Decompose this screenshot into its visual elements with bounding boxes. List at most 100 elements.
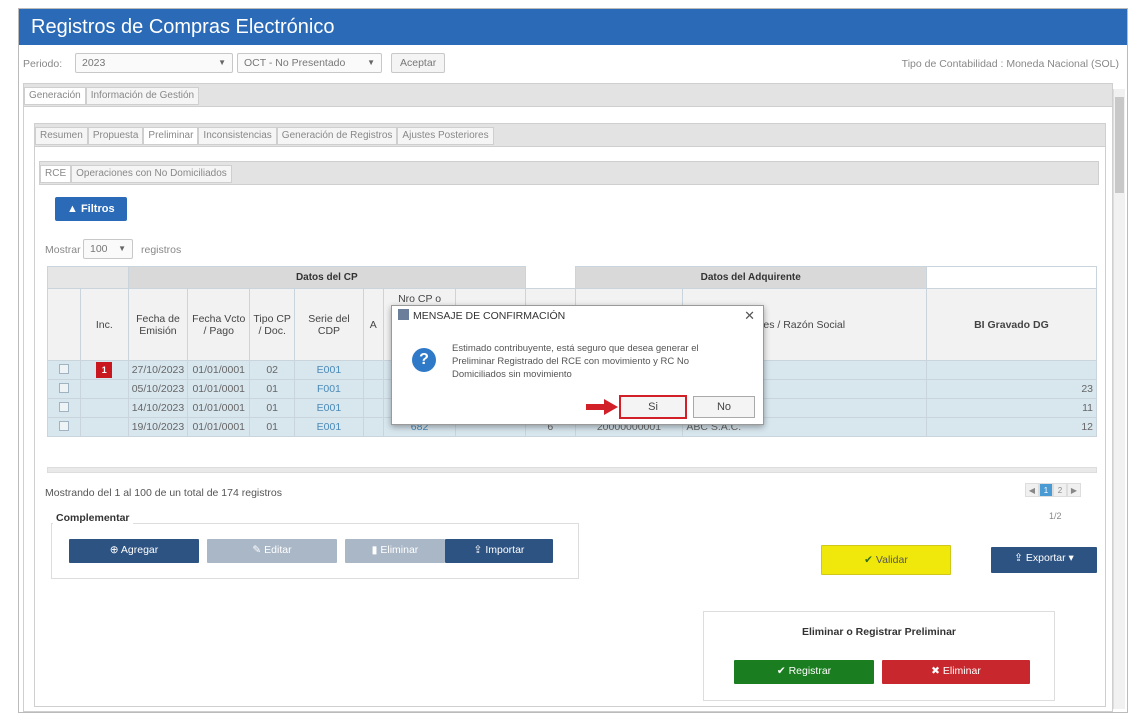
row-checkbox[interactable] <box>47 398 81 418</box>
preliminar-panel: RCE Operaciones con No Domiciliados ▲ Fil… <box>34 147 1106 707</box>
dialog-body: ? Estimado contribuyente, está seguro qu… <box>400 328 755 419</box>
cell-serie[interactable]: E001 <box>294 398 364 418</box>
col-a[interactable]: A <box>362 288 384 361</box>
import-button[interactable]: ⇪ Importar <box>445 539 553 563</box>
inner-tabs: RCE Operaciones con No Domiciliados <box>39 161 1099 185</box>
col-serie[interactable]: Serie del CDP <box>294 288 364 361</box>
complement-title: Complementar <box>53 512 133 524</box>
add-button[interactable]: ⊕ Agregar <box>69 539 199 563</box>
close-icon[interactable]: ✕ <box>744 308 755 324</box>
app-title: Registros de Compras Electrónico <box>19 9 1127 45</box>
tab-resumen[interactable]: Resumen <box>35 127 88 145</box>
inconsistency-badge[interactable]: 1 <box>96 362 113 378</box>
scrollbar-thumb[interactable] <box>1115 97 1124 193</box>
checkbox[interactable] <box>58 420 69 431</box>
arrow-right-icon <box>586 399 618 415</box>
year-value: 2023 <box>82 57 106 69</box>
register-button[interactable]: ✔ Registrar <box>734 660 874 684</box>
col-tipo-cp[interactable]: Tipo CP / Doc. <box>249 288 296 361</box>
cell-fecha-vcto: 01/01/0001 <box>187 379 251 399</box>
no-button[interactable]: No <box>693 396 755 418</box>
import-label: Importar <box>485 544 525 556</box>
month-select[interactable]: OCT - No Presentado ▼ <box>237 53 382 73</box>
row-checkbox[interactable] <box>47 360 81 380</box>
edit-label: Editar <box>264 544 292 556</box>
cell-bi <box>925 360 1098 380</box>
tab-generacion-registros[interactable]: Generación de Registros <box>276 127 398 145</box>
cell-bi: 23 <box>925 379 1098 399</box>
accounting-type-label: Tipo de Contabilidad : Moneda Nacional (… <box>901 58 1119 70</box>
chevron-down-icon: ▼ <box>367 58 375 67</box>
accept-button[interactable]: Aceptar <box>391 53 446 73</box>
confirmation-dialog: MENSAJE DE CONFIRMACIÓN ✕ ? Estimado con… <box>391 305 764 425</box>
close-icon: ✖ <box>931 665 940 677</box>
main-tabs: Generación Información de Gestión <box>23 83 1113 107</box>
row-checkbox[interactable] <box>47 417 81 437</box>
delete-button[interactable]: ▮ Eliminar <box>345 539 445 563</box>
pencil-icon: ✎ <box>252 544 262 556</box>
yes-button[interactable]: Si <box>619 395 687 419</box>
validate-label: Validar <box>875 554 908 566</box>
cell-a <box>362 360 384 380</box>
tab-generacion[interactable]: Generación <box>24 87 86 105</box>
horizontal-scrollbar[interactable] <box>47 467 1097 473</box>
edit-button[interactable]: ✎ Editar <box>207 539 337 563</box>
cell-a <box>362 379 384 399</box>
row-checkbox[interactable] <box>47 379 81 399</box>
tab-ajustes-posteriores[interactable]: Ajustes Posteriores <box>397 127 494 145</box>
delete-preliminar-label: Eliminar <box>942 665 981 677</box>
filters-button[interactable]: ▲ Filtros <box>55 197 127 221</box>
checkbox[interactable] <box>58 363 69 374</box>
group-header-adquirente: Datos del Adquirente <box>574 266 927 289</box>
tab-no-domiciliados[interactable]: Operaciones con No Domiciliados <box>71 165 232 183</box>
vertical-scrollbar[interactable] <box>1113 89 1125 709</box>
cell-bi: 12 <box>925 417 1098 437</box>
plus-circle-icon: ⊕ <box>109 544 119 556</box>
year-select[interactable]: 2023 ▼ <box>75 53 233 73</box>
col-inc[interactable]: Inc. <box>79 288 129 361</box>
window-icon <box>398 309 409 320</box>
cell-serie[interactable]: E001 <box>294 360 364 380</box>
period-label: Periodo: <box>23 58 63 70</box>
page-size-select[interactable]: 100 ▼ <box>83 239 133 259</box>
export-label: Exportar <box>1025 552 1066 564</box>
export-button[interactable]: ⇪ Exportar ▾ <box>991 547 1097 573</box>
caret-up-icon: ▲ <box>67 203 78 215</box>
col-fecha-emision[interactable]: Fecha de Emisión <box>127 288 189 361</box>
chevron-down-icon: ▼ <box>118 244 126 253</box>
tab-inconsistencias[interactable]: Inconsistencias <box>198 127 277 145</box>
pagination: ◀ 1 2 ▶ <box>1025 483 1081 497</box>
dialog-title: MENSAJE DE CONFIRMACIÓN <box>413 310 566 322</box>
next-page-icon[interactable]: ▶ <box>1067 483 1081 497</box>
page-1-button[interactable]: 1 <box>1039 483 1053 497</box>
check-icon: ✔ <box>864 554 873 566</box>
tab-informacion-gestion[interactable]: Información de Gestión <box>85 87 200 105</box>
cell-fecha-emision: 14/10/2023 <box>127 398 189 418</box>
checkbox[interactable] <box>58 382 69 393</box>
inc-cell <box>79 379 129 399</box>
validate-button[interactable]: ✔ Validar <box>821 545 951 575</box>
records-summary: Mostrando del 1 al 100 de un total de 17… <box>45 487 282 499</box>
page-2-button[interactable]: 2 <box>1053 483 1067 497</box>
tab-propuesta[interactable]: Propuesta <box>87 127 144 145</box>
show-suffix: registros <box>141 244 182 256</box>
cell-serie[interactable]: E001 <box>294 417 364 437</box>
cell-serie[interactable]: F001 <box>294 379 364 399</box>
delete-preliminar-button[interactable]: ✖ Eliminar <box>882 660 1030 684</box>
tab-preliminar[interactable]: Preliminar <box>143 127 199 145</box>
prev-page-icon[interactable]: ◀ <box>1025 483 1039 497</box>
page-size-value: 100 <box>90 243 108 255</box>
tab-rce[interactable]: RCE <box>40 165 72 183</box>
preliminar-box: Eliminar o Registrar Preliminar ✔ Regist… <box>703 611 1055 701</box>
inc-cell[interactable]: 1 <box>79 360 129 380</box>
trash-icon: ▮ <box>371 544 378 556</box>
check-icon: ✔ <box>776 665 786 677</box>
checkbox[interactable] <box>58 401 69 412</box>
cell-tipo: 02 <box>249 360 296 380</box>
add-label: Agregar <box>120 544 159 556</box>
col-bi-gravado[interactable]: BI Gravado DG <box>925 288 1098 361</box>
period-row: Periodo: 2023 ▼ OCT - No Presentado ▼ Ac… <box>19 45 1127 79</box>
show-label: Mostrar <box>45 244 81 256</box>
col-fecha-vcto[interactable]: Fecha Vcto / Pago <box>187 288 251 361</box>
cell-a <box>362 417 384 437</box>
